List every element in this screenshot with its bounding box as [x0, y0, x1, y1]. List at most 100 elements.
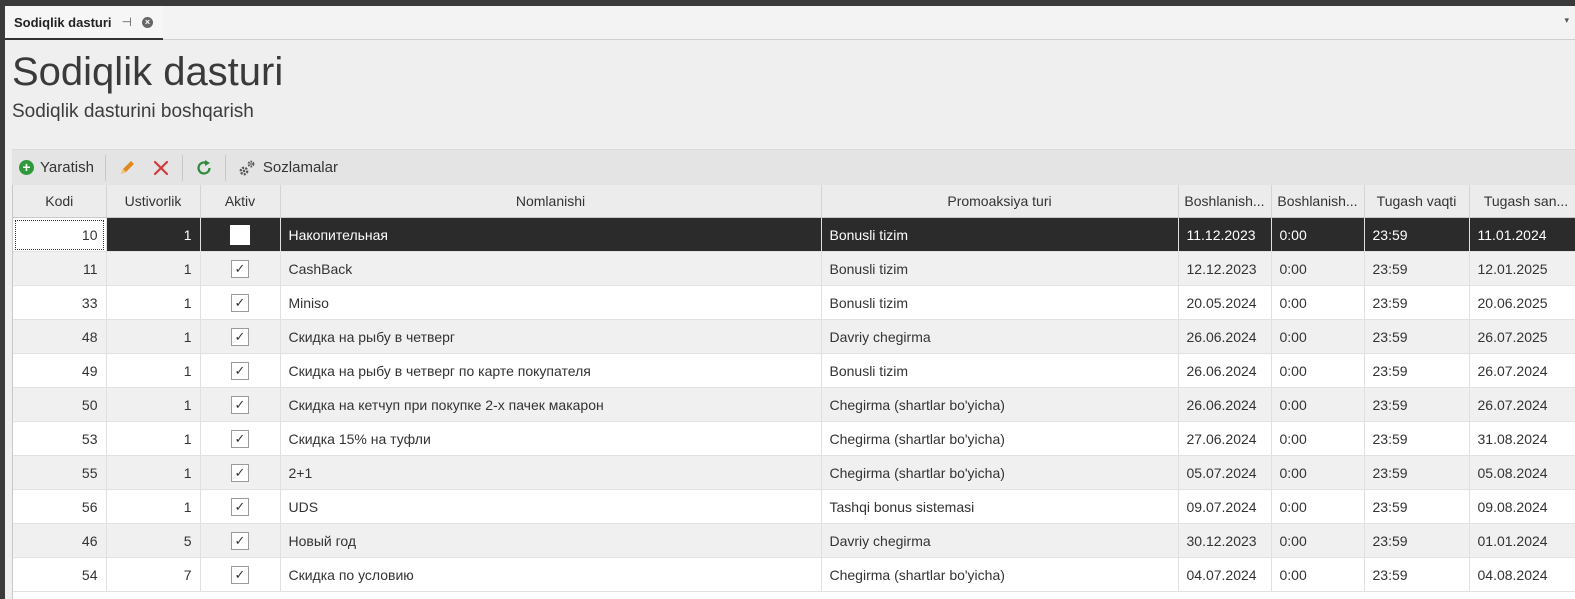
cell-ustivorlik[interactable]: 1 [106, 387, 201, 422]
cell-aktiv[interactable]: ✓ [200, 557, 281, 592]
cell-tugash-sanasi[interactable]: 12.01.2025 [1469, 251, 1575, 286]
column-header-aktiv[interactable]: Aktiv [200, 185, 281, 218]
cell-boshlanish-sanasi[interactable]: 04.07.2024 [1178, 557, 1272, 592]
cell-boshlanish-vaqti[interactable]: 0:00 [1271, 455, 1365, 490]
cell-tugash-sanasi[interactable]: 01.01.2024 [1469, 523, 1575, 558]
active-checkbox[interactable] [230, 224, 250, 245]
cell-tugash-vaqti[interactable]: 23:59 [1364, 455, 1470, 490]
column-header-boshlanish-sanasi[interactable]: Boshlanish... [1178, 185, 1272, 218]
cell-tugash-vaqti[interactable]: 23:59 [1364, 353, 1470, 388]
cell-tugash-sanasi[interactable]: 20.06.2025 [1469, 285, 1575, 320]
cell-boshlanish-vaqti[interactable]: 0:00 [1271, 387, 1365, 422]
cell-boshlanish-sanasi[interactable]: 26.06.2024 [1178, 353, 1272, 388]
active-checkbox[interactable]: ✓ [231, 327, 249, 346]
cell-aktiv[interactable]: ✓ [200, 489, 281, 524]
cell-aktiv[interactable]: ✓ [200, 251, 281, 286]
cell-kodi[interactable]: 48 [13, 319, 107, 354]
cell-boshlanish-vaqti[interactable]: 0:00 [1271, 557, 1365, 592]
cell-boshlanish-sanasi[interactable]: 26.06.2024 [1178, 319, 1272, 354]
table-row[interactable]: 54 7 ✓ Скидка по условию Chegirma (shart… [13, 557, 1575, 592]
cell-boshlanish-vaqti[interactable]: 0:00 [1271, 421, 1365, 456]
chevron-down-icon[interactable]: ▾ [1564, 15, 1569, 26]
table-row[interactable]: 49 1 ✓ Скидка на рыбу в четверг по карте… [13, 353, 1575, 388]
cell-ustivorlik[interactable]: 1 [106, 421, 201, 456]
table-row[interactable]: 10 1 Накопительная Bonusli tizim 11.12.2… [13, 217, 1575, 252]
active-checkbox[interactable]: ✓ [231, 565, 249, 584]
cell-kodi[interactable]: 56 [13, 489, 107, 524]
refresh-button[interactable] [187, 154, 221, 182]
cell-nomlanishi[interactable]: CashBack [280, 251, 822, 286]
close-icon[interactable]: × [141, 16, 153, 28]
cell-nomlanishi[interactable]: Новый год [280, 523, 822, 558]
cell-nomlanishi[interactable]: UDS [280, 489, 822, 524]
cell-kodi[interactable]: 10 [13, 217, 107, 252]
cell-aktiv[interactable]: ✓ [200, 319, 281, 354]
cell-kodi[interactable]: 33 [13, 285, 107, 320]
cell-kodi[interactable]: 11 [13, 251, 107, 286]
cell-tugash-sanasi[interactable]: 04.08.2024 [1469, 557, 1575, 592]
cell-aktiv[interactable]: ✓ [200, 353, 281, 388]
cell-ustivorlik[interactable]: 1 [106, 285, 201, 320]
cell-promoaksiya-turi[interactable]: Chegirma (shartlar bo'yicha) [821, 455, 1179, 490]
cell-aktiv[interactable]: ✓ [200, 523, 281, 558]
cell-promoaksiya-turi[interactable]: Davriy chegirma [821, 319, 1179, 354]
table-row[interactable]: 11 1 ✓ CashBack Bonusli tizim 12.12.2023… [13, 251, 1575, 286]
cell-tugash-vaqti[interactable]: 23:59 [1364, 387, 1470, 422]
cell-boshlanish-sanasi[interactable]: 12.12.2023 [1178, 251, 1272, 286]
table-row[interactable]: 46 5 ✓ Новый год Davriy chegirma 30.12.2… [13, 523, 1575, 558]
cell-nomlanishi[interactable]: Скидка по условию [280, 557, 822, 592]
cell-boshlanish-sanasi[interactable]: 11.12.2023 [1178, 217, 1272, 252]
table-row[interactable]: 56 1 ✓ UDS Tashqi bonus sistemasi 09.07.… [13, 489, 1575, 524]
cell-tugash-sanasi[interactable]: 05.08.2024 [1469, 455, 1575, 490]
cell-tugash-sanasi[interactable]: 26.07.2024 [1469, 387, 1575, 422]
cell-kodi[interactable]: 53 [13, 421, 107, 456]
cell-kodi[interactable]: 54 [13, 557, 107, 592]
column-header-ustivorlik[interactable]: Ustivorlik [106, 185, 201, 218]
cell-ustivorlik[interactable]: 1 [106, 489, 201, 524]
cell-ustivorlik[interactable]: 1 [106, 353, 201, 388]
cell-tugash-vaqti[interactable]: 23:59 [1364, 489, 1470, 524]
cell-tugash-sanasi[interactable]: 26.07.2025 [1469, 319, 1575, 354]
cell-boshlanish-vaqti[interactable]: 0:00 [1271, 523, 1365, 558]
cell-tugash-vaqti[interactable]: 23:59 [1364, 217, 1470, 252]
cell-promoaksiya-turi[interactable]: Bonusli tizim [821, 285, 1179, 320]
edit-button[interactable] [110, 154, 144, 182]
column-header-promoaksiya-turi[interactable]: Promoaksiya turi [821, 185, 1179, 218]
cell-promoaksiya-turi[interactable]: Bonusli tizim [821, 353, 1179, 388]
cell-tugash-sanasi[interactable]: 11.01.2024 [1469, 217, 1575, 252]
cell-boshlanish-vaqti[interactable]: 0:00 [1271, 353, 1365, 388]
cell-tugash-vaqti[interactable]: 23:59 [1364, 285, 1470, 320]
column-header-boshlanish-vaqti[interactable]: Boshlanish... [1271, 185, 1365, 218]
cell-tugash-sanasi[interactable]: 31.08.2024 [1469, 421, 1575, 456]
cell-aktiv[interactable] [200, 217, 281, 252]
cell-promoaksiya-turi[interactable]: Davriy chegirma [821, 523, 1179, 558]
cell-nomlanishi[interactable]: Скидка на кетчуп при покупке 2-х пачек м… [280, 387, 822, 422]
tab-sodiqlik-dasturi[interactable]: Sodiqlik dasturi ⊣ × [5, 6, 163, 40]
cell-kodi[interactable]: 46 [13, 523, 107, 558]
table-row[interactable]: 48 1 ✓ Скидка на рыбу в четверг Davriy c… [13, 319, 1575, 354]
cell-tugash-vaqti[interactable]: 23:59 [1364, 319, 1470, 354]
cell-nomlanishi[interactable]: Скидка 15% на туфли [280, 421, 822, 456]
cell-nomlanishi[interactable]: 2+1 [280, 455, 822, 490]
cell-promoaksiya-turi[interactable]: Bonusli tizim [821, 251, 1179, 286]
cell-boshlanish-sanasi[interactable]: 30.12.2023 [1178, 523, 1272, 558]
cell-kodi[interactable]: 55 [13, 455, 107, 490]
cell-kodi[interactable]: 50 [13, 387, 107, 422]
create-button[interactable]: + Yaratish [12, 154, 101, 182]
cell-boshlanish-sanasi[interactable]: 20.05.2024 [1178, 285, 1272, 320]
cell-aktiv[interactable]: ✓ [200, 387, 281, 422]
delete-button[interactable] [144, 154, 178, 182]
cell-boshlanish-sanasi[interactable]: 27.06.2024 [1178, 421, 1272, 456]
cell-boshlanish-vaqti[interactable]: 0:00 [1271, 319, 1365, 354]
cell-kodi[interactable]: 49 [13, 353, 107, 388]
cell-tugash-sanasi[interactable]: 09.08.2024 [1469, 489, 1575, 524]
active-checkbox[interactable]: ✓ [231, 259, 249, 278]
cell-ustivorlik[interactable]: 1 [106, 319, 201, 354]
cell-promoaksiya-turi[interactable]: Chegirma (shartlar bo'yicha) [821, 421, 1179, 456]
active-checkbox[interactable]: ✓ [231, 361, 249, 380]
cell-boshlanish-vaqti[interactable]: 0:00 [1271, 489, 1365, 524]
cell-nomlanishi[interactable]: Miniso [280, 285, 822, 320]
cell-ustivorlik[interactable]: 1 [106, 455, 201, 490]
cell-ustivorlik[interactable]: 1 [106, 251, 201, 286]
active-checkbox[interactable]: ✓ [231, 429, 249, 448]
